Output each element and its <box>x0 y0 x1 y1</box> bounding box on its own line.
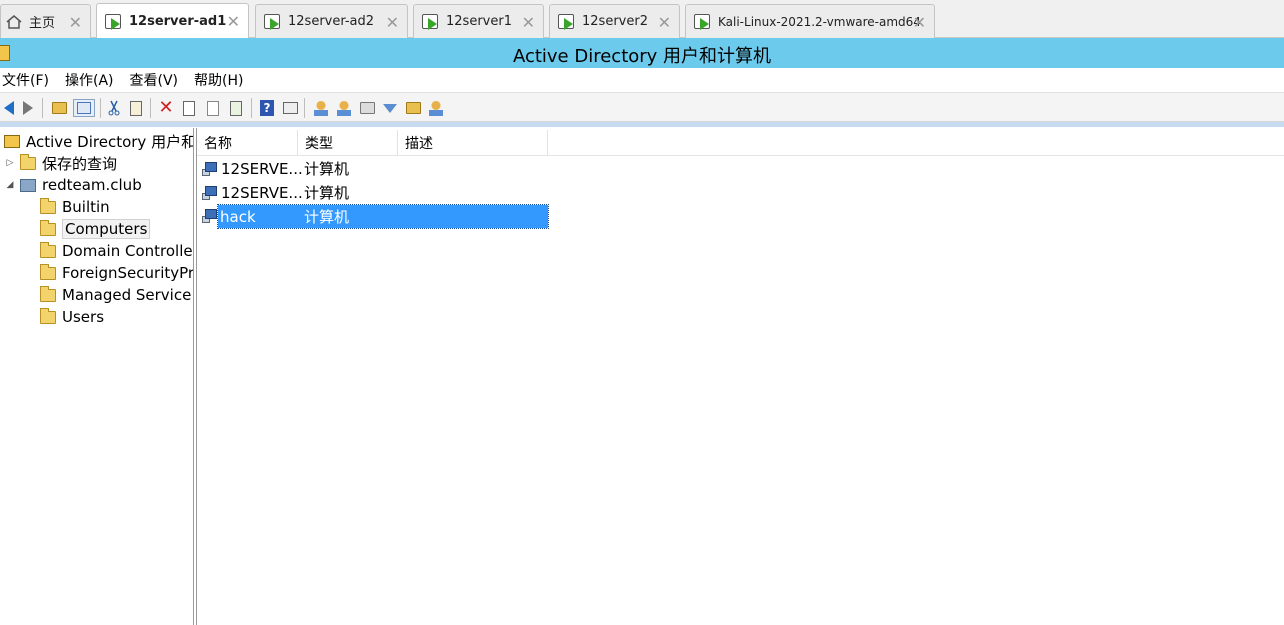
vm-tab-bar: 主页 ✕ 12server-ad1 ✕ 12server-ad2 ✕ 12ser… <box>0 0 1284 39</box>
computer-type: 计算机 <box>304 184 350 202</box>
close-icon[interactable]: ✕ <box>69 13 82 32</box>
computer-type: 计算机 <box>304 160 350 178</box>
menu-view[interactable]: 查看(V) <box>128 70 187 90</box>
cut-icon[interactable] <box>105 99 123 117</box>
menu-file[interactable]: 文件(F) <box>0 70 57 90</box>
menu-bar: 文件(F) 操作(A) 查看(V) 帮助(H) <box>0 68 1284 92</box>
home-icon <box>5 14 23 30</box>
column-header-type[interactable]: 类型 <box>298 130 398 156</box>
toolbar-divider <box>0 122 1284 127</box>
tree-label: Domain Controllers <box>62 242 193 260</box>
details-list-pane[interactable]: 名称 类型 描述 12SERVE... 计算机 12SERVE... 计算机 h… <box>197 128 1284 625</box>
column-header-description[interactable]: 描述 <box>398 130 548 156</box>
tab-kali-linux[interactable]: Kali-Linux-2021.2-vmware-amd64 ✕ <box>685 4 935 38</box>
tree-label: Users <box>62 308 105 326</box>
tab-label: 12server-ad2 <box>288 14 375 29</box>
vm-icon <box>105 13 123 30</box>
tree-label: Managed Service Accounts <box>62 286 193 304</box>
tree-item-root[interactable]: Active Directory 用户和计算机 <box>0 130 193 152</box>
tab-label: 12server2 <box>582 14 648 29</box>
window-title-bar[interactable]: Active Directory 用户和计算机 <box>0 38 1284 68</box>
add-to-group-icon[interactable] <box>427 99 445 117</box>
tree-pane[interactable]: Active Directory 用户和计算机 ▷ 保存的查询 ◢ redtea… <box>0 128 193 625</box>
computer-name: 12SERVE... <box>221 183 303 202</box>
domain-icon <box>20 178 36 192</box>
menu-action[interactable]: 操作(A) <box>63 70 122 90</box>
window-title: Active Directory 用户和计算机 <box>512 46 772 67</box>
tab-label: 12server1 <box>446 14 512 29</box>
folder-icon <box>40 285 56 302</box>
tree-label: Builtin <box>62 198 110 216</box>
show-hide-tree-icon[interactable] <box>73 99 95 117</box>
tree-item-managed-service-accounts[interactable]: Managed Service Accounts <box>40 284 193 306</box>
help-icon[interactable]: ? <box>258 99 276 117</box>
vm-icon <box>264 13 282 30</box>
up-folder-icon[interactable] <box>50 99 68 117</box>
snapin-icon <box>4 134 20 148</box>
tree-label: Active Directory 用户和计算机 <box>26 132 193 151</box>
close-icon[interactable]: ✕ <box>658 13 671 32</box>
folder-icon <box>20 153 36 170</box>
tree-item-saved-queries[interactable]: ▷ 保存的查询 <box>4 152 117 174</box>
tree-label: redteam.club <box>42 176 142 194</box>
folder-icon <box>40 263 56 280</box>
list-item[interactable]: 12SERVE... 计算机 <box>197 181 549 204</box>
new-ou-icon[interactable] <box>358 99 376 117</box>
close-icon[interactable]: ✕ <box>913 13 926 32</box>
close-icon[interactable]: ✕ <box>227 12 240 31</box>
tree-item-builtin[interactable]: Builtin <box>40 196 110 218</box>
collapse-icon[interactable]: ◢ <box>4 180 16 190</box>
toolbar: ✕ ? <box>0 92 1284 122</box>
tree-label: ForeignSecurityPrincipals <box>62 264 193 282</box>
computer-icon <box>202 185 218 200</box>
list-item[interactable]: 12SERVE... 计算机 <box>197 157 549 180</box>
tab-12server-ad2[interactable]: 12server-ad2 ✕ <box>255 4 408 38</box>
tab-label: 12server-ad1 <box>129 14 227 29</box>
new-user-icon[interactable] <box>312 99 330 117</box>
computer-name: hack <box>220 207 256 226</box>
vm-icon <box>558 13 576 30</box>
tree-item-users[interactable]: Users <box>40 306 104 328</box>
tree-item-domain[interactable]: ◢ redteam.club <box>4 174 142 196</box>
folder-icon <box>40 197 56 214</box>
new-group-icon[interactable] <box>335 99 353 117</box>
folder-icon <box>40 219 56 236</box>
tab-label: 主页 <box>29 16 56 31</box>
computer-name: 12SERVE... <box>221 159 303 178</box>
close-icon[interactable]: ✕ <box>522 13 535 32</box>
find-icon[interactable] <box>404 99 422 117</box>
copy-icon[interactable] <box>127 99 145 117</box>
list-item-selected[interactable]: hack 计算机 <box>217 204 549 229</box>
vm-icon <box>694 13 712 30</box>
delete-icon[interactable]: ✕ <box>157 99 175 117</box>
computer-icon <box>202 209 218 223</box>
ou-folder-icon <box>40 241 56 258</box>
close-icon[interactable]: ✕ <box>386 13 399 32</box>
tree-label: Computers <box>62 219 151 239</box>
forward-icon[interactable] <box>19 99 37 117</box>
tab-12server-ad1[interactable]: 12server-ad1 ✕ <box>96 3 249 39</box>
filter-icon[interactable] <box>381 99 399 117</box>
back-icon[interactable] <box>0 99 18 117</box>
list-header: 名称 类型 描述 <box>197 130 1284 156</box>
tab-12server1[interactable]: 12server1 ✕ <box>413 4 544 38</box>
tree-item-foreign-security-principals[interactable]: ForeignSecurityPrincipals <box>40 262 193 284</box>
tree-item-domain-controllers[interactable]: Domain Controllers <box>40 240 193 262</box>
folder-icon <box>40 307 56 324</box>
refresh-icon[interactable] <box>204 99 222 117</box>
tab-12server2[interactable]: 12server2 ✕ <box>549 4 680 38</box>
tree-item-computers[interactable]: Computers <box>40 218 151 240</box>
console-icon[interactable] <box>281 99 299 117</box>
tab-home[interactable]: 主页 ✕ <box>0 4 91 38</box>
computer-icon <box>202 161 218 176</box>
properties-icon[interactable] <box>180 99 198 117</box>
tab-label: Kali-Linux-2021.2-vmware-amd64 <box>718 14 921 29</box>
tree-label: 保存的查询 <box>42 154 118 173</box>
export-list-icon[interactable] <box>227 99 245 117</box>
computer-type: 计算机 <box>304 208 350 226</box>
column-header-name[interactable]: 名称 <box>197 130 298 156</box>
expand-icon[interactable]: ▷ <box>4 158 16 168</box>
vm-icon <box>422 13 440 30</box>
menu-help[interactable]: 帮助(H) <box>192 70 251 90</box>
